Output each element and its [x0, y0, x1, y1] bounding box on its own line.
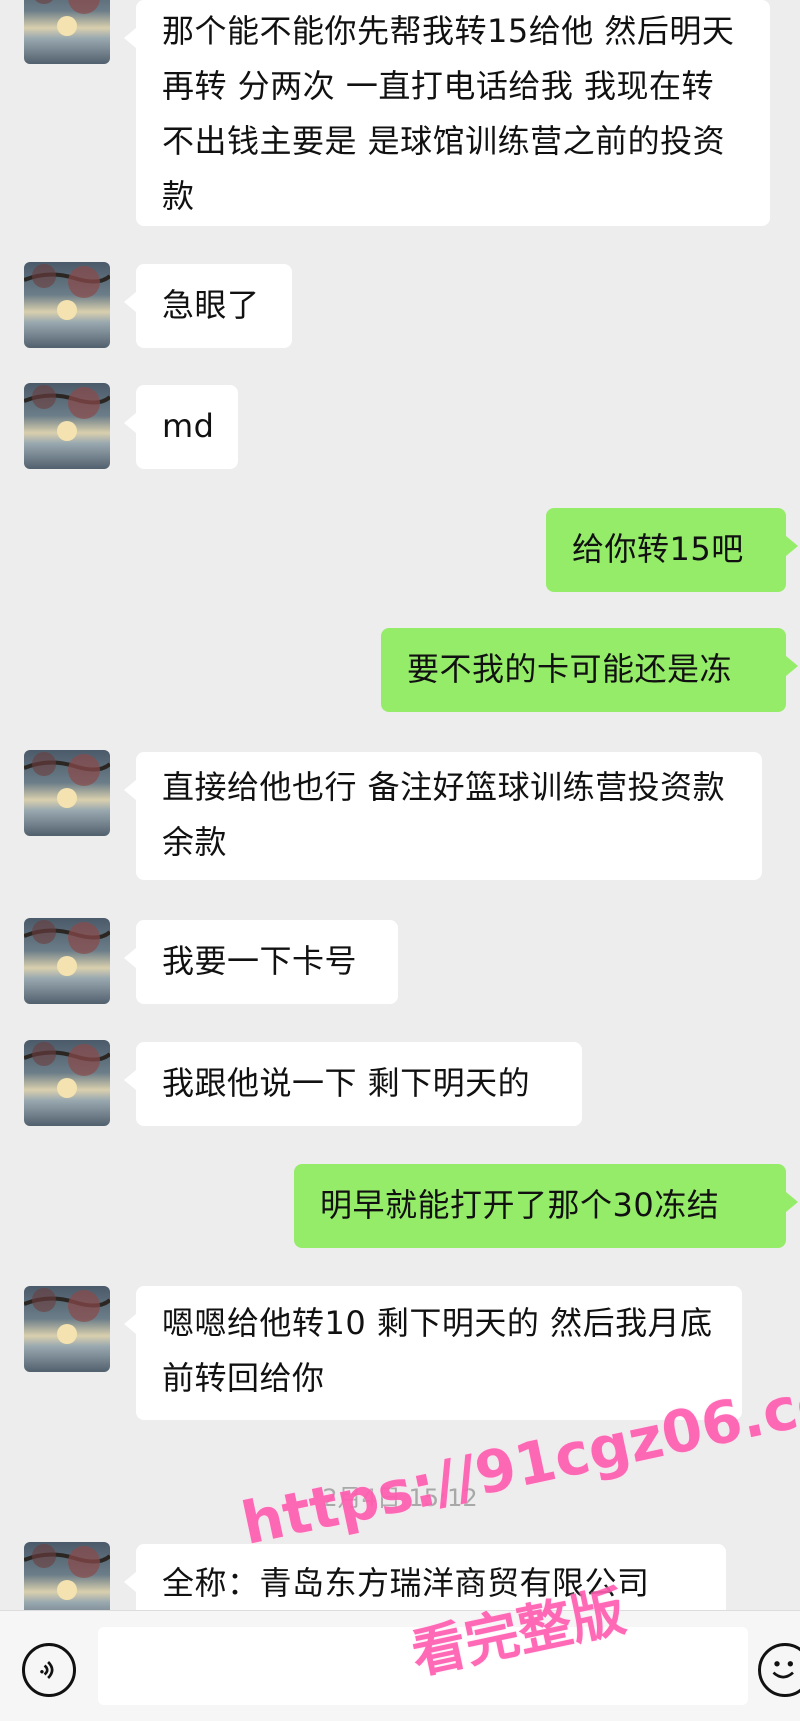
message-text: 嗯嗯给他转10 剩下明天的 然后我月底前转回给你 — [162, 1304, 713, 1397]
message-bubble[interactable]: 给你转15吧 — [546, 508, 798, 592]
avatar-image — [24, 264, 110, 320]
message-row: 明早就能打开了那个30冻结 — [0, 1164, 800, 1250]
contact-avatar[interactable] — [24, 1286, 110, 1372]
voice-icon[interactable] — [22, 1643, 76, 1697]
chat-area[interactable]: 那个能不能你先帮我转15给他 然后明天再转 分两次 一直打电话给我 我现在转不出… — [0, 0, 800, 1610]
contact-avatar[interactable] — [24, 918, 110, 1004]
message-row: 急眼了 — [0, 262, 800, 352]
avatar-image — [24, 1544, 110, 1600]
message-text: md — [162, 407, 215, 445]
message-bubble[interactable]: 嗯嗯给他转10 剩下明天的 然后我月底前转回给你 — [124, 1286, 742, 1420]
message-text: 急眼了 — [162, 286, 260, 324]
message-text: 给你转15吧 — [572, 530, 744, 568]
message-bubble[interactable]: 全称：青岛东方瑞洋商贸有限公司 — [124, 1544, 726, 1610]
contact-avatar[interactable] — [24, 262, 110, 348]
message-row: md — [0, 383, 800, 473]
message-bubble[interactable]: 我跟他说一下 剩下明天的 — [124, 1042, 582, 1126]
contact-avatar[interactable] — [24, 1542, 110, 1610]
message-row: 我要一下卡号 — [0, 918, 800, 1008]
message-text: 直接给他也行 备注好篮球训练营投资款余款 — [162, 768, 726, 861]
emoji-icon-glyph — [772, 1661, 794, 1679]
message-input[interactable] — [98, 1627, 748, 1705]
message-row: 要不我的卡可能还是冻 — [0, 628, 800, 714]
message-bubble[interactable]: 要不我的卡可能还是冻 — [381, 628, 798, 712]
message-row: 我跟他说一下 剩下明天的 — [0, 1040, 800, 1130]
message-bubble[interactable]: 急眼了 — [124, 264, 292, 348]
contact-avatar[interactable] — [24, 1040, 110, 1126]
message-text: 明早就能打开了那个30冻结 — [320, 1186, 720, 1224]
voice-icon-glyph — [40, 1661, 54, 1679]
message-timestamp: 2月4日 15:12 — [322, 1484, 478, 1512]
message-bubble[interactable]: 明早就能打开了那个30冻结 — [294, 1164, 798, 1248]
message-text: 全称：青岛东方瑞洋商贸有限公司 — [162, 1564, 650, 1602]
emoji-icon[interactable] — [758, 1643, 800, 1697]
message-bubble[interactable]: 直接给他也行 备注好篮球训练营投资款余款 — [124, 752, 762, 880]
message-row: 那个能不能你先帮我转15给他 然后明天再转 分两次 一直打电话给我 我现在转不出… — [0, 0, 800, 240]
message-row: 嗯嗯给他转10 剩下明天的 然后我月底前转回给你 — [0, 1286, 800, 1420]
avatar-image — [24, 1042, 110, 1098]
avatar-image — [24, 385, 110, 441]
contact-avatar[interactable] — [24, 383, 110, 469]
message-row: 全称：青岛东方瑞洋商贸有限公司 — [0, 1542, 800, 1610]
message-text: 我要一下卡号 — [162, 942, 358, 980]
message-text: 那个能不能你先帮我转15给他 然后明天再转 分两次 一直打电话给我 我现在转不出… — [162, 12, 735, 215]
avatar-image — [24, 752, 110, 808]
message-text: 要不我的卡可能还是冻 — [407, 650, 733, 688]
avatar-image — [24, 1288, 110, 1344]
message-bubble[interactable]: 我要一下卡号 — [124, 920, 398, 1004]
message-row: 给你转15吧 — [0, 508, 800, 594]
contact-avatar[interactable] — [24, 750, 110, 836]
message-bubble[interactable]: 那个能不能你先帮我转15给他 然后明天再转 分两次 一直打电话给我 我现在转不出… — [124, 0, 770, 226]
input-bar — [0, 1610, 800, 1721]
message-row: 直接给他也行 备注好篮球训练营投资款余款 — [0, 750, 800, 880]
message-text: 我跟他说一下 剩下明天的 — [162, 1064, 531, 1102]
avatar-image — [35, 0, 100, 36]
message-bubble[interactable]: md — [124, 385, 238, 469]
avatar-image — [24, 920, 110, 976]
contact-avatar[interactable] — [24, 0, 110, 64]
